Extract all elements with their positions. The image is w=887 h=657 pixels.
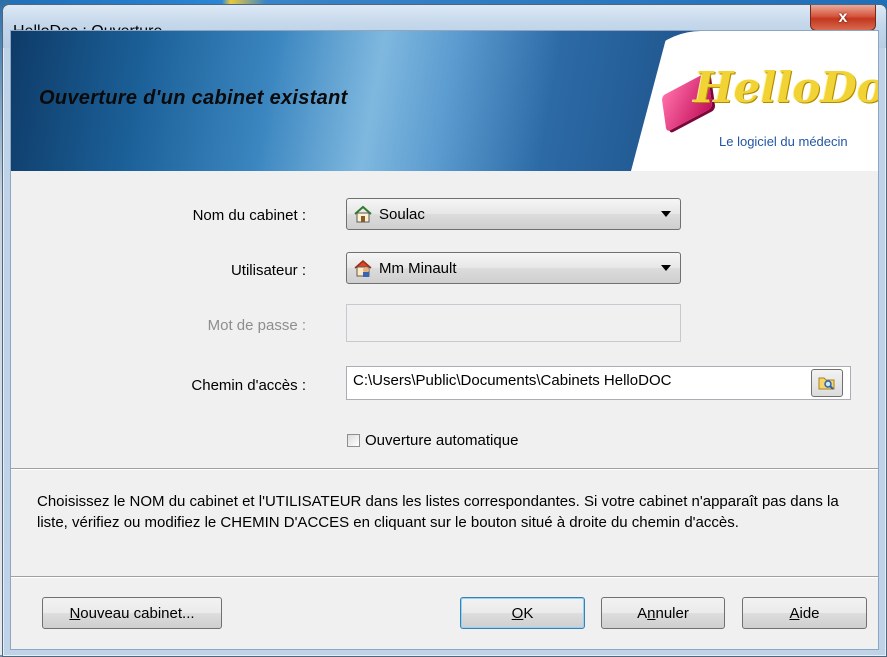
cancel-button[interactable]: Annuler xyxy=(601,597,725,629)
path-field[interactable]: C:\Users\Public\Documents\Cabinets Hello… xyxy=(346,366,851,400)
chevron-down-icon xyxy=(661,265,671,271)
mnemonic: n xyxy=(647,604,656,622)
user-select[interactable]: Mm Minault xyxy=(346,252,681,284)
path-label: Chemin d'accès : xyxy=(191,377,306,394)
ok-button[interactable]: OK xyxy=(460,597,585,629)
user-label: Utilisateur : xyxy=(230,262,306,279)
house-icon xyxy=(354,205,372,223)
label-rest: ouveau cabinet... xyxy=(80,604,195,622)
divider xyxy=(11,468,878,470)
cabinet-name-value: Soulac xyxy=(379,205,425,223)
dialog-client-area: Ouverture d'un cabinet existant HelloDoc… xyxy=(10,30,879,650)
house-user-icon xyxy=(354,260,372,277)
help-text: Choisissez le NOM du cabinet et l'UTILIS… xyxy=(37,493,839,531)
label-rest: nuler xyxy=(655,604,689,622)
ok-button-label: OK xyxy=(512,605,534,622)
new-cabinet-button-label: Nouveau cabinet... xyxy=(69,605,194,622)
mnemonic: A xyxy=(789,604,800,622)
label-rest: K xyxy=(523,604,534,622)
cabinet-name-select[interactable]: Soulac xyxy=(346,198,681,230)
auto-open-label[interactable]: Ouverture automatique xyxy=(365,432,518,449)
divider xyxy=(11,576,878,578)
new-cabinet-button[interactable]: Nouveau cabinet... xyxy=(42,597,222,629)
close-button[interactable]: x xyxy=(810,5,876,31)
close-icon: x xyxy=(838,8,848,26)
cabinet-name-label: Nom du cabinet : xyxy=(192,207,306,224)
cancel-button-label: Annuler xyxy=(637,605,689,622)
logo-tagline: Le logiciel du médecin xyxy=(719,134,848,149)
user-value: Mm Minault xyxy=(379,259,457,277)
logo-wordmark: HelloDoc xyxy=(694,63,878,112)
browse-button[interactable] xyxy=(811,369,843,397)
label-pre: A xyxy=(637,604,648,622)
password-label: Mot de passe : xyxy=(207,317,306,334)
mnemonic: N xyxy=(69,604,81,622)
password-field[interactable] xyxy=(346,304,681,342)
help-button[interactable]: Aide xyxy=(742,597,867,629)
dialog-window: HelloDoc : Ouverture x Ouverture d'un ca… xyxy=(2,4,887,657)
chevron-down-icon xyxy=(661,211,671,217)
auto-open-checkbox[interactable] xyxy=(347,434,360,447)
label-rest: ide xyxy=(799,604,820,622)
banner-title: Ouverture d'un cabinet existant xyxy=(39,87,348,109)
mnemonic: O xyxy=(511,604,524,622)
header-banner: Ouverture d'un cabinet existant HelloDoc… xyxy=(11,31,878,171)
folder-search-icon xyxy=(818,377,835,390)
help-button-label: Aide xyxy=(789,605,819,622)
